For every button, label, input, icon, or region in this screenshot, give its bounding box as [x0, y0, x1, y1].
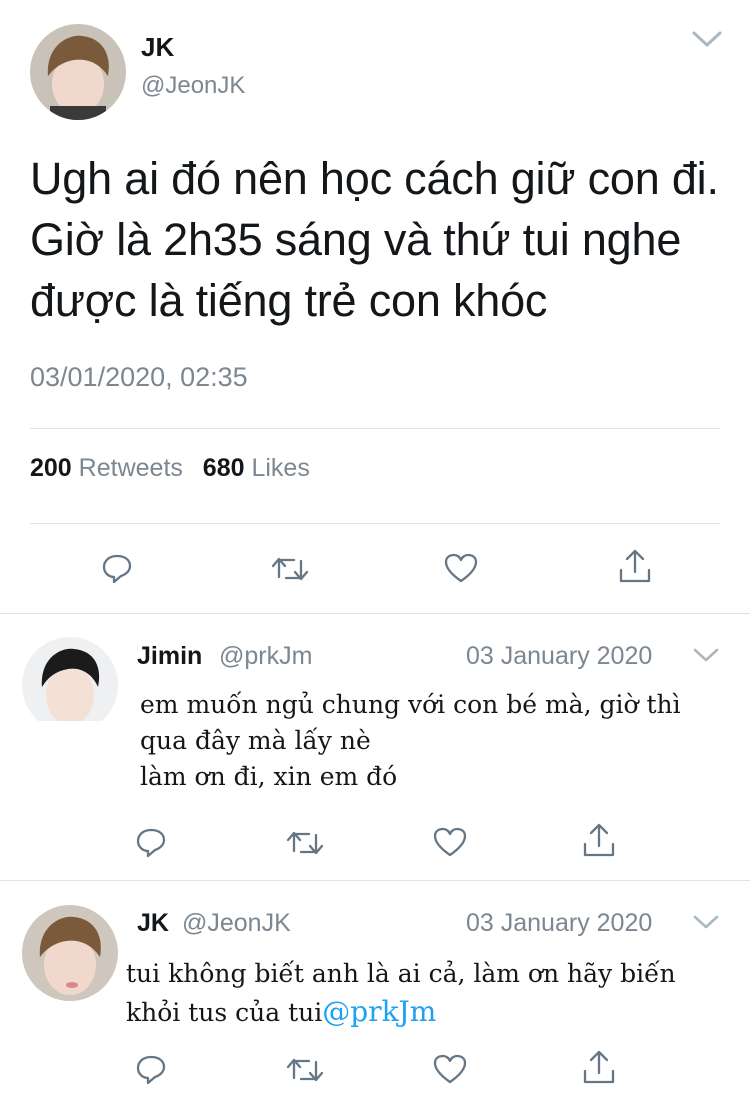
chevron-down-icon[interactable] — [692, 646, 720, 664]
handle[interactable]: @JeonJK — [182, 909, 291, 938]
reply-text-line: tui không biết anh là ai cả, làm ơn hãy … — [126, 959, 676, 988]
divider — [30, 428, 720, 429]
like-icon[interactable] — [433, 1054, 467, 1084]
chevron-down-icon[interactable] — [690, 28, 724, 50]
reply-text-line: khỏi tus của tui — [126, 998, 323, 1027]
reply-icon[interactable] — [101, 552, 133, 584]
retweet-icon[interactable] — [285, 1054, 325, 1086]
divider — [30, 523, 720, 524]
reply-text: tui không biết anh là ai cả, làm ơn hãy … — [126, 955, 676, 1032]
display-name[interactable]: Jimin — [137, 642, 202, 671]
handle[interactable]: @prkJm — [219, 642, 312, 671]
like-icon[interactable] — [433, 827, 467, 857]
like-label[interactable]: Likes — [251, 454, 309, 482]
display-name[interactable]: JK — [141, 32, 174, 63]
retweet-icon[interactable] — [270, 553, 310, 585]
chevron-down-icon[interactable] — [692, 913, 720, 931]
display-name[interactable]: JK — [137, 909, 169, 938]
share-icon[interactable] — [582, 822, 616, 858]
retweet-count[interactable]: 200 — [30, 454, 72, 482]
reply-date[interactable]: 03 January 2020 — [466, 642, 652, 671]
reply-text-line: em muốn ngủ chung với con bé mà, giờ thì — [140, 690, 681, 719]
reply-date[interactable]: 03 January 2020 — [466, 909, 652, 938]
share-icon[interactable] — [582, 1049, 616, 1085]
tweet-timestamp[interactable]: 03/01/2020, 02:35 — [30, 362, 248, 393]
like-count[interactable]: 680 — [203, 454, 245, 482]
divider — [0, 613, 750, 614]
reply-text-line: làm ơn đi, xin em đó — [140, 762, 398, 791]
reply-icon[interactable] — [135, 826, 167, 858]
engagement-stats: 200 Retweets 680 Likes — [30, 454, 310, 483]
retweet-label[interactable]: Retweets — [79, 454, 183, 482]
handle[interactable]: @JeonJK — [141, 72, 245, 100]
avatar[interactable] — [22, 905, 118, 1001]
retweet-icon[interactable] — [285, 827, 325, 859]
tweet-text: Ugh ai đó nên học cách giữ con đi. Giờ l… — [30, 153, 719, 326]
reply-icon[interactable] — [135, 1053, 167, 1085]
avatar[interactable] — [22, 637, 118, 733]
reply-text: em muốn ngủ chung với con bé mà, giờ thì… — [140, 687, 681, 795]
like-icon[interactable] — [444, 553, 478, 583]
reply-text-line: qua đây mà lấy nè — [140, 726, 371, 755]
mention-link[interactable]: @prkJm — [322, 995, 436, 1028]
avatar[interactable] — [30, 24, 126, 120]
divider — [0, 880, 750, 881]
share-icon[interactable] — [618, 548, 652, 584]
